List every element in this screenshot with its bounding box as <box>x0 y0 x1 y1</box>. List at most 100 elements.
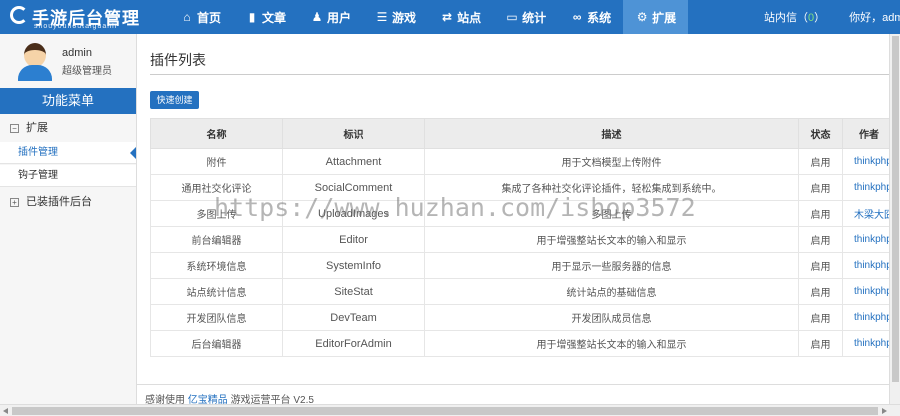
nav-label: 游戏 <box>392 10 417 25</box>
vertical-scrollbar[interactable] <box>889 34 900 404</box>
cell-desc: 用于增强整站长文本的输入和显示 <box>424 226 799 253</box>
table-row: 站点统计信息 SiteStat 统计站点的基础信息 启用 thinkphp <box>150 278 896 305</box>
quick-create-button[interactable]: 快速创建 <box>150 91 199 109</box>
monitor-icon: ▭ <box>506 10 518 24</box>
table-row: 后台编辑器 EditorForAdmin 用于增强整站长文本的输入和显示 启用 thin… <box>150 330 896 357</box>
nav-label: 系统 <box>587 10 612 25</box>
horizontal-scrollbar[interactable] <box>0 404 900 416</box>
sidebar-item-hooks[interactable]: 钩子管理 <box>0 165 136 187</box>
cell-desc: 用于文档模型上传附件 <box>424 148 799 175</box>
cell-status: 启用 <box>798 200 843 227</box>
user-icon: ♟ <box>311 10 323 24</box>
avatar <box>16 41 54 81</box>
cell-ident: EditorForAdmin <box>282 330 425 357</box>
gear-icon: ⚙ <box>636 10 648 24</box>
main-nav: ⌂ 首页 ▮ 文章 ♟ 用户 ☰ 游戏 ⇄ 站点 ▭ 统计 ∞ 系统 ⚙ 扩展 <box>168 0 689 34</box>
list-icon: ☰ <box>376 10 388 24</box>
nav-item-6[interactable]: ∞ 系统 <box>558 0 623 34</box>
cell-desc: 开发团队成员信息 <box>424 304 799 331</box>
nav-label: 文章 <box>262 10 287 25</box>
cell-status: 启用 <box>798 304 843 331</box>
col-header-desc: 描述 <box>424 118 799 149</box>
nav-item-1[interactable]: ▮ 文章 <box>233 0 298 34</box>
nav-label: 统计 <box>522 10 547 25</box>
cell-name: 附件 <box>150 148 283 175</box>
cell-desc: 统计站点的基础信息 <box>424 278 799 305</box>
cell-author[interactable]: thinkphp <box>842 278 896 305</box>
nav-item-7[interactable]: ⚙ 扩展 <box>623 0 689 34</box>
scroll-left-icon[interactable] <box>3 408 8 414</box>
cell-author[interactable]: thinkphp <box>842 148 896 175</box>
cell-desc: 用于显示一些服务器的信息 <box>424 252 799 279</box>
table-row: 前台编辑器 Editor 用于增强整站长文本的输入和显示 启用 thinkphp <box>150 226 896 253</box>
user-profile: admin 超级管理员 <box>0 34 136 88</box>
nav-item-4[interactable]: ⇄ 站点 <box>428 0 493 34</box>
table-row: 系统环境信息 SystemInfo 用于显示一些服务器的信息 启用 thinkphp <box>150 252 896 279</box>
table-header-row: 名称 标识 描述 状态 作者 <box>150 118 896 149</box>
cell-name: 后台编辑器 <box>150 330 283 357</box>
sidebar-group-extend[interactable]: − 扩展 <box>0 116 136 140</box>
scroll-right-icon[interactable] <box>882 408 887 414</box>
cell-ident: DevTeam <box>282 304 425 331</box>
cell-author[interactable]: 木梁大囧 <box>842 200 896 227</box>
cell-name: 站点统计信息 <box>150 278 283 305</box>
nav-item-0[interactable]: ⌂ 首页 <box>168 0 233 34</box>
cell-status: 启用 <box>798 278 843 305</box>
nav-label: 站点 <box>457 10 482 25</box>
nav-item-3[interactable]: ☰ 游戏 <box>363 0 428 34</box>
cell-ident: Attachment <box>282 148 425 175</box>
nav-item-2[interactable]: ♟ 用户 <box>298 0 363 34</box>
expand-icon: + <box>10 197 19 207</box>
nav-label: 扩展 <box>652 10 677 25</box>
user-name: admin <box>62 47 92 59</box>
sidebar: admin 超级管理员 功能菜单 − 扩展 插件管理 钩子管理 + 已装插件后台 <box>0 34 137 416</box>
cell-name: 开发团队信息 <box>150 304 283 331</box>
plugin-table: 名称 标识 描述 状态 作者 附件 Attachment 用于文档模型上传附件 启用 t… <box>150 118 896 357</box>
cell-ident: SiteStat <box>282 278 425 305</box>
logo[interactable]: 手游后台管理 shouyouhoutaiguanli <box>6 3 166 31</box>
inbox-link[interactable]: 站内信（0） <box>764 9 825 25</box>
col-header-name: 名称 <box>150 118 283 149</box>
cell-author[interactable]: thinkphp <box>842 252 896 279</box>
cell-ident: Editor <box>282 226 425 253</box>
chart-icon: ▮ <box>248 10 256 24</box>
cell-name: 系统环境信息 <box>150 252 283 279</box>
page-title: 插件列表 <box>150 52 206 68</box>
cell-ident: SystemInfo <box>282 252 425 279</box>
link-icon: ∞ <box>572 10 582 24</box>
top-nav-bar: 手游后台管理 shouyouhoutaiguanli ⌂ 首页 ▮ 文章 ♟ 用户 ☰ 游戏 ⇄… <box>0 0 900 34</box>
cell-name: 前台编辑器 <box>150 226 283 253</box>
table-row: 开发团队信息 DevTeam 开发团队成员信息 启用 thinkphp <box>150 304 896 331</box>
sitemap-icon: ⇄ <box>442 10 453 24</box>
collapse-icon: − <box>10 123 19 133</box>
top-right-info: 站内信（0） 你好，admin <box>764 0 900 34</box>
col-header-ident: 标识 <box>282 118 425 149</box>
sidebar-group-installed[interactable]: + 已装插件后台 <box>0 190 136 214</box>
col-header-author: 作者 <box>842 118 896 149</box>
nav-label: 用户 <box>327 10 352 25</box>
cell-desc: 用于增强整站长文本的输入和显示 <box>424 330 799 357</box>
cell-author[interactable]: thinkphp <box>842 226 896 253</box>
sidebar-item-plugins[interactable]: 插件管理 <box>0 142 136 164</box>
cell-status: 启用 <box>798 252 843 279</box>
col-header-status: 状态 <box>798 118 843 149</box>
cell-author[interactable]: thinkphp <box>842 304 896 331</box>
watermark: https://www.huzhan.com/ishop3572 <box>214 193 696 222</box>
home-icon: ⌂ <box>183 10 191 24</box>
table-row: 附件 Attachment 用于文档模型上传附件 启用 thinkphp <box>150 148 896 175</box>
footer-divider <box>137 384 890 385</box>
user-greeting[interactable]: 你好，admin <box>849 9 900 25</box>
menu-title: 功能菜单 <box>0 88 136 114</box>
nav-item-5[interactable]: ▭ 统计 <box>493 0 558 34</box>
cell-status: 启用 <box>798 226 843 253</box>
cell-status: 启用 <box>798 174 843 201</box>
cell-status: 启用 <box>798 148 843 175</box>
user-role: 超级管理员 <box>62 66 112 77</box>
cell-author[interactable]: thinkphp <box>842 174 896 201</box>
cell-author[interactable]: thinkphp <box>842 330 896 357</box>
nav-label: 首页 <box>197 10 222 25</box>
cell-status: 启用 <box>798 330 843 357</box>
title-divider <box>150 74 890 75</box>
logo-mark-icon <box>10 6 28 24</box>
logo-subtitle: shouyouhoutaiguanli <box>34 23 118 30</box>
